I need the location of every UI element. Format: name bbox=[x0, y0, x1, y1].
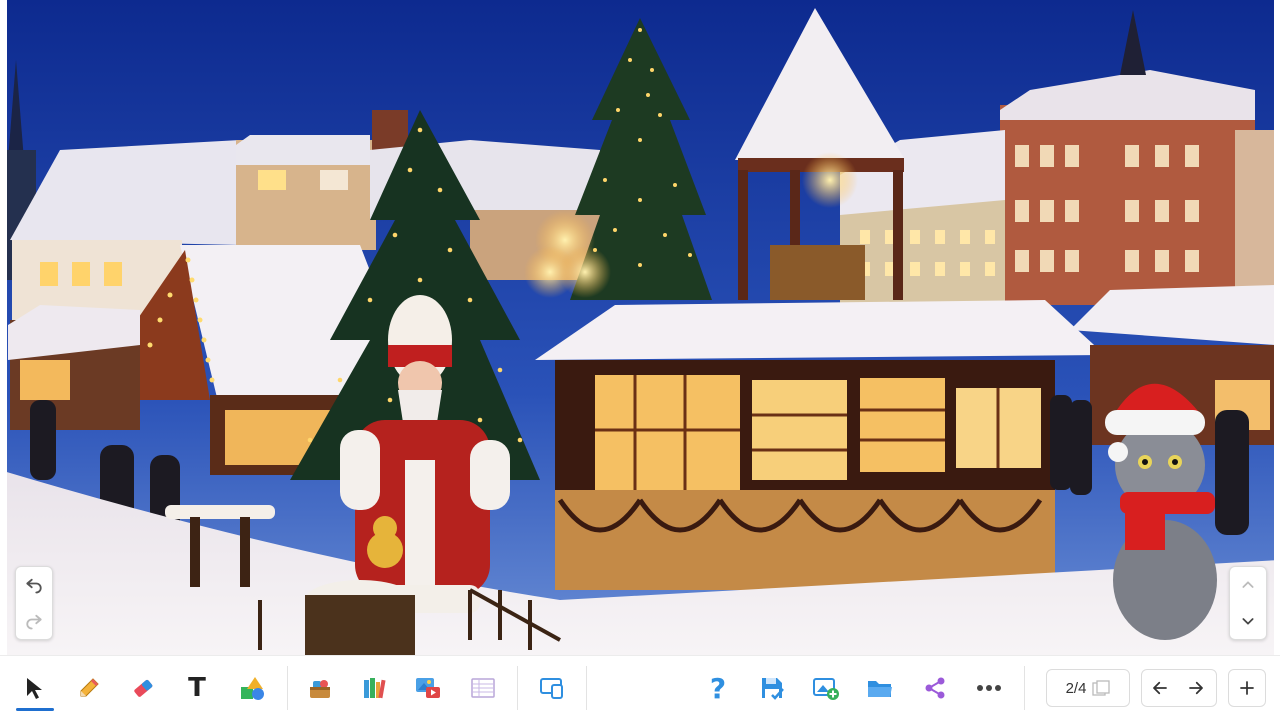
pages-icon bbox=[1092, 680, 1111, 696]
arrow-left-icon bbox=[1153, 681, 1167, 695]
select-tool-button[interactable] bbox=[16, 670, 52, 706]
christmas-market-image bbox=[0, 0, 1280, 655]
arrow-right-icon bbox=[1189, 681, 1203, 695]
undo-button[interactable] bbox=[19, 570, 49, 600]
page-down-button[interactable] bbox=[1233, 606, 1263, 636]
shapes-icon bbox=[241, 677, 264, 700]
page-indicator-button[interactable]: 2/4 bbox=[1046, 669, 1130, 707]
page-up-button[interactable] bbox=[1233, 570, 1263, 600]
toolbar-divider bbox=[287, 666, 288, 710]
shapes-tool-button[interactable] bbox=[234, 670, 270, 706]
cursor-arrow-icon bbox=[27, 678, 42, 699]
save-button[interactable] bbox=[754, 670, 790, 706]
canvas-right-edge bbox=[1274, 0, 1280, 655]
chevron-down-icon bbox=[1242, 618, 1254, 625]
screen-mirror-button[interactable] bbox=[534, 670, 570, 706]
share-icon bbox=[925, 677, 945, 699]
table-icon bbox=[471, 678, 495, 698]
page-nav-group bbox=[1141, 669, 1217, 707]
eraser-tool-button[interactable] bbox=[125, 670, 161, 706]
share-button[interactable] bbox=[917, 670, 953, 706]
text-tool-button[interactable]: T bbox=[179, 670, 215, 706]
pen-tool-button[interactable] bbox=[71, 670, 107, 706]
question-icon: ? bbox=[709, 671, 727, 705]
add-ons-button[interactable] bbox=[302, 670, 338, 706]
eraser-icon bbox=[134, 679, 153, 697]
more-dots-icon bbox=[977, 685, 1001, 691]
page-scroll-panel bbox=[1229, 566, 1267, 640]
slide-canvas[interactable] bbox=[0, 0, 1280, 655]
text-icon: T bbox=[188, 673, 206, 703]
active-tool-indicator bbox=[16, 708, 54, 711]
open-button[interactable] bbox=[862, 670, 898, 706]
redo-icon bbox=[26, 614, 42, 630]
add-page-group bbox=[1228, 669, 1266, 707]
table-button[interactable] bbox=[465, 670, 501, 706]
canvas-left-edge bbox=[0, 0, 7, 655]
toolbox-icon bbox=[310, 680, 330, 698]
toolbar-divider bbox=[586, 666, 587, 710]
chevron-up-icon bbox=[1242, 581, 1254, 588]
undo-redo-panel bbox=[15, 566, 53, 640]
folder-icon bbox=[868, 681, 892, 697]
add-page-button[interactable] bbox=[808, 670, 844, 706]
previous-page-button[interactable] bbox=[1142, 670, 1178, 706]
library-button[interactable] bbox=[356, 670, 392, 706]
new-page-button[interactable] bbox=[1229, 670, 1265, 706]
pencil-icon bbox=[80, 678, 99, 697]
media-button[interactable] bbox=[410, 670, 446, 706]
books-icon bbox=[364, 678, 386, 699]
image-video-icon bbox=[416, 678, 440, 698]
undo-icon bbox=[26, 578, 42, 594]
help-button[interactable]: ? bbox=[700, 670, 736, 706]
save-icon bbox=[762, 678, 784, 700]
next-page-button[interactable] bbox=[1178, 670, 1214, 706]
screen-mirror-icon bbox=[540, 678, 563, 699]
toolbar-divider bbox=[1024, 666, 1025, 710]
redo-button[interactable] bbox=[19, 606, 49, 636]
more-button[interactable] bbox=[971, 670, 1007, 706]
page-counter: 2/4 bbox=[1065, 679, 1087, 697]
add-image-icon bbox=[813, 678, 839, 700]
toolbar-divider bbox=[517, 666, 518, 710]
plus-icon bbox=[1240, 681, 1254, 695]
